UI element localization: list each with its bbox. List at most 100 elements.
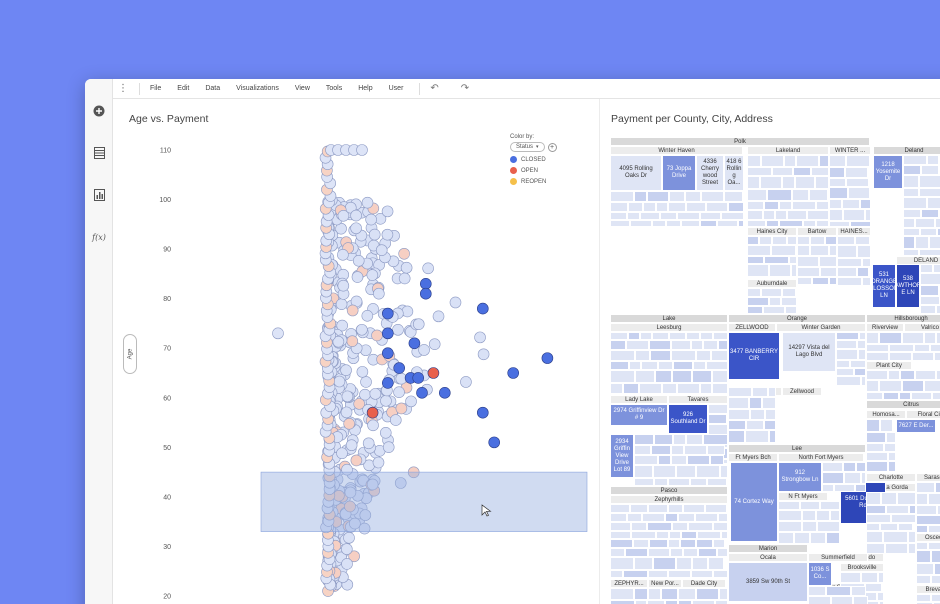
address-cell[interactable] [719,588,728,600]
address-cell[interactable] [826,532,840,544]
address-cell[interactable] [747,220,766,227]
address-cell[interactable] [712,383,728,394]
address-cell[interactable] [933,264,940,273]
address-cell[interactable] [765,409,776,420]
address-cell[interactable] [927,155,939,165]
address-cell[interactable] [836,360,850,368]
address-cell[interactable] [650,350,671,361]
address-cell[interactable] [936,332,940,344]
address-cell[interactable] [759,236,772,245]
address-cell[interactable] [936,305,940,314]
menu-view[interactable]: View [295,85,310,92]
address-cell[interactable] [760,176,782,189]
address-cell[interactable] [802,521,817,532]
address-cell[interactable] [861,572,878,583]
address-cell[interactable] [888,461,896,472]
address-cell[interactable] [670,548,683,557]
address-cell[interactable] [769,297,781,306]
data-point-closed[interactable] [507,367,520,379]
address-cell[interactable] [696,350,711,361]
address-cell[interactable] [850,360,866,368]
address-cell[interactable] [610,557,634,570]
address-cell[interactable] [696,539,713,548]
address-cell[interactable] [920,305,936,314]
address-cell[interactable] [610,522,631,531]
address-cell[interactable] [678,588,696,600]
address-cell[interactable] [903,209,921,218]
address-cell[interactable] [656,531,669,539]
address-cell[interactable] [747,167,772,176]
data-point-closed[interactable] [541,352,554,364]
address-cell[interactable] [671,455,687,465]
bar-chart-icon[interactable] [91,187,107,203]
address-cell[interactable] [909,505,916,514]
address-cell[interactable] [705,504,727,513]
data-point-closed[interactable] [438,387,451,399]
address-cell[interactable] [879,332,902,344]
address-cell[interactable] [747,210,763,220]
address-cell[interactable] [803,220,816,227]
data-point-closed[interactable] [381,307,394,320]
address-cell[interactable] [785,306,797,314]
address-cell[interactable] [747,288,761,297]
address-cell[interactable] [634,434,654,445]
address-cell[interactable] [668,202,686,212]
address-cell[interactable] [647,191,669,202]
address-cell[interactable] [635,350,650,361]
address-cell[interactable] [903,236,915,249]
address-cell[interactable] [763,210,775,220]
address-cell[interactable] [834,484,855,492]
address-cell[interactable] [665,513,678,522]
address-cell[interactable] [836,376,861,386]
address-cell[interactable] [648,570,668,578]
address-cell[interactable] [837,245,857,258]
address-cell[interactable] [761,155,784,167]
address-cell[interactable] [656,202,668,212]
address-cell[interactable] [822,472,844,484]
address-cell[interactable] [866,461,888,472]
address-cell[interactable] [793,167,811,176]
address-cell[interactable] [696,465,720,478]
address-cell[interactable] [728,387,752,397]
address-cell[interactable] [767,189,792,201]
menu-edit[interactable]: Edit [177,85,189,92]
address-cell[interactable] [837,267,857,277]
address-cell[interactable] [610,539,633,548]
data-point-closed[interactable] [408,337,421,350]
address-cell[interactable] [920,228,937,236]
address-cell[interactable] [829,199,842,209]
address-cell[interactable] [916,563,934,575]
address-cell[interactable] [661,588,678,600]
address-cell[interactable] [797,277,812,285]
address-cell[interactable] [797,236,810,245]
address-cell[interactable] [816,510,830,521]
address-cell[interactable] [610,220,630,227]
address-cell[interactable] [903,218,915,228]
address-cell[interactable] [648,548,670,557]
address-cell[interactable]: 2974 Griffinview Dr # 9 [610,404,668,426]
address-cell[interactable] [865,209,871,221]
address-cell[interactable] [866,332,879,344]
kebab-menu-icon[interactable]: ⋮ [113,83,133,94]
address-cell[interactable]: 73 Joppa Drive [662,155,696,191]
address-cell[interactable] [836,368,854,376]
address-cell[interactable] [916,575,931,584]
address-cell[interactable] [761,288,782,297]
address-cell[interactable] [935,482,940,493]
address-cell[interactable] [653,465,676,478]
table-icon[interactable] [91,145,107,161]
address-cell[interactable] [648,504,668,513]
address-cell[interactable] [715,600,728,604]
address-cell[interactable] [610,588,634,600]
address-cell[interactable] [866,392,883,400]
address-cell[interactable] [778,501,800,510]
address-cell[interactable] [685,191,701,202]
address-cell[interactable] [772,236,787,245]
address-cell[interactable] [690,478,707,486]
address-cell[interactable] [721,531,728,539]
data-point-closed[interactable] [476,406,489,419]
address-cell[interactable] [883,531,908,543]
address-cell[interactable] [610,370,635,383]
address-cell[interactable] [672,522,688,531]
address-cell[interactable] [700,220,717,227]
